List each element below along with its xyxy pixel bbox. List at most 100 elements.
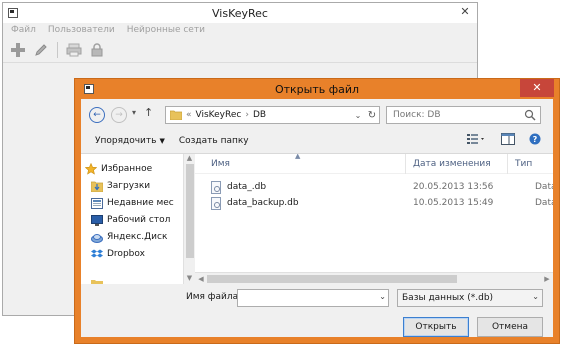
nav-item-label: Недавние мес — [107, 198, 174, 208]
menu-neural-nets[interactable]: Нейронные сети — [127, 25, 205, 35]
help-icon[interactable]: ? — [529, 133, 541, 145]
nav-item-yandex-disk[interactable]: Яндекс.Диск — [91, 230, 167, 244]
sort-indicator-icon: ▲ — [295, 154, 301, 160]
nav-pane-scrollbar[interactable]: ▲ ▼ — [183, 154, 195, 284]
folder-icon — [91, 280, 103, 284]
change-view-icon[interactable] — [467, 133, 487, 145]
column-divider[interactable] — [405, 154, 406, 174]
file-row[interactable]: data_.db 20.05.2013 13:56 Data Base File — [195, 180, 553, 196]
scroll-left-icon[interactable]: ◀ — [195, 273, 207, 285]
column-header-date[interactable]: Дата изменения — [413, 159, 491, 169]
edit-button[interactable] — [32, 41, 50, 59]
filename-field[interactable]: ⌄ — [237, 289, 389, 307]
filename-label: Имя файла: — [186, 292, 242, 302]
file-list: ▲ Имя Дата изменения Тип data_.db 20.05.… — [195, 154, 553, 284]
toolbar-separator — [57, 41, 58, 58]
nav-item-desktop[interactable]: Рабочий стол — [91, 213, 170, 227]
nav-item-downloads[interactable]: Загрузки — [91, 179, 150, 193]
yandex-disk-icon — [91, 233, 103, 243]
favorites-header[interactable]: Избранное — [85, 162, 152, 176]
up-folder-button[interactable]: ↑ — [144, 106, 153, 119]
file-date: 20.05.2013 13:56 — [413, 182, 494, 192]
nav-item-dropbox[interactable]: Dropbox — [91, 247, 145, 261]
file-name: data_backup.db — [227, 198, 299, 208]
nav-item-label: Загрузки — [107, 181, 151, 191]
organize-label: Упорядочить — [95, 136, 157, 146]
filter-value: Базы данных (*.db) — [402, 293, 494, 303]
refresh-button[interactable]: ↻ — [365, 107, 379, 123]
menu-file[interactable]: Файл — [11, 25, 36, 35]
nav-item-recent-places[interactable]: Недавние мес — [91, 196, 174, 210]
filename-row: Имя файла: ⌄ Базы данных (*.db) ⌄ — [81, 287, 553, 309]
main-menubar: Файл Пользователи Нейронные сети — [3, 23, 477, 37]
scroll-down-icon[interactable]: ▼ — [184, 274, 195, 284]
desktop-icon — [91, 214, 103, 226]
recent-locations-dropdown[interactable]: ▾ — [132, 108, 136, 117]
dialog-buttons: Открыть Отмена — [81, 315, 553, 337]
add-icon — [11, 42, 25, 57]
column-divider[interactable] — [507, 154, 508, 174]
view-buttons: ? — [467, 133, 541, 145]
add-button[interactable] — [9, 41, 27, 59]
print-button[interactable] — [65, 41, 83, 59]
favorites-label: Избранное — [101, 164, 153, 174]
dialog-titlebar[interactable]: Открыть файл ✕ — [75, 79, 559, 99]
search-input[interactable]: Поиск: DB — [386, 106, 541, 124]
scroll-thumb[interactable] — [186, 164, 194, 258]
file-row[interactable]: data_backup.db 10.05.2013 15:49 Data Bas… — [195, 196, 553, 212]
star-icon — [85, 163, 97, 175]
lock-button[interactable] — [88, 41, 106, 59]
edit-icon — [35, 43, 47, 56]
navigation-pane: Избранное Загрузки Недавние мес Рабочий … — [81, 154, 195, 284]
breadcrumb-separator[interactable]: › — [245, 110, 249, 120]
dialog-body: ← → ▾ ↑ « VisKeyRec › DB ⌄ ↻ Поиск: DB У… — [81, 99, 553, 337]
preview-pane-icon[interactable] — [501, 133, 515, 145]
file-type: Data Base File — [535, 198, 553, 208]
file-date: 10.05.2013 15:49 — [413, 198, 494, 208]
forward-button[interactable]: → — [111, 107, 127, 123]
breadcrumb-item-db[interactable]: DB — [253, 110, 266, 120]
column-header-name[interactable]: Имя — [211, 159, 230, 169]
open-button[interactable]: Открыть — [403, 317, 469, 337]
organize-button[interactable]: Упорядочить ▼ — [95, 136, 165, 146]
folder-icon — [170, 110, 182, 120]
breadcrumb-overflow[interactable]: « — [186, 110, 192, 120]
scroll-thumb[interactable] — [207, 275, 457, 283]
file-type-filter[interactable]: Базы данных (*.db) ⌄ — [397, 289, 543, 307]
chevron-down-icon[interactable]: ⌄ — [379, 292, 386, 301]
main-toolbar — [3, 37, 477, 63]
scroll-up-icon[interactable]: ▲ — [184, 154, 195, 164]
menu-users[interactable]: Пользователи — [48, 25, 115, 35]
nav-item-label: Рабочий стол — [107, 215, 171, 225]
svg-text:?: ? — [533, 135, 538, 144]
address-history-dropdown[interactable]: ⌄ — [351, 107, 365, 123]
file-list-hscrollbar[interactable]: ◀ ▶ — [195, 272, 553, 284]
db-file-icon — [211, 197, 221, 210]
db-file-icon — [211, 181, 221, 194]
address-bar[interactable]: « VisKeyRec › DB ⌄ ↻ — [165, 106, 380, 124]
file-name: data_.db — [227, 182, 267, 192]
command-bar: Упорядочить ▼ Создать папку ? — [81, 131, 553, 151]
dropbox-icon — [91, 249, 103, 257]
print-icon — [66, 43, 82, 56]
nav-item-label: Dropbox — [107, 249, 145, 259]
dialog-close-button[interactable]: ✕ — [520, 79, 554, 97]
cancel-button[interactable]: Отмена — [477, 317, 543, 337]
dialog-title: Открыть файл — [274, 83, 360, 96]
nav-item-label: Яндекс.Диск — [107, 232, 168, 242]
file-list-viewport: ▲ Имя Дата изменения Тип data_.db 20.05.… — [195, 154, 553, 266]
column-header-type[interactable]: Тип — [515, 159, 532, 169]
breadcrumb-item-viskeyrec[interactable]: VisKeyRec — [196, 110, 242, 120]
new-folder-button[interactable]: Создать папку — [179, 136, 249, 146]
file-type: Data Base File — [535, 182, 553, 192]
browser-panes: Избранное Загрузки Недавние мес Рабочий … — [81, 153, 553, 284]
search-placeholder: Поиск: DB — [393, 110, 441, 120]
search-icon — [524, 109, 536, 121]
downloads-icon — [91, 181, 103, 192]
scroll-right-icon[interactable]: ▶ — [541, 273, 553, 285]
lock-icon — [91, 42, 103, 56]
organize-chevron-icon: ▼ — [159, 137, 165, 145]
navigation-row: ← → ▾ ↑ « VisKeyRec › DB ⌄ ↻ Поиск: DB — [81, 104, 553, 126]
back-button[interactable]: ← — [89, 107, 105, 123]
main-close-button[interactable]: ✕ — [455, 3, 475, 21]
